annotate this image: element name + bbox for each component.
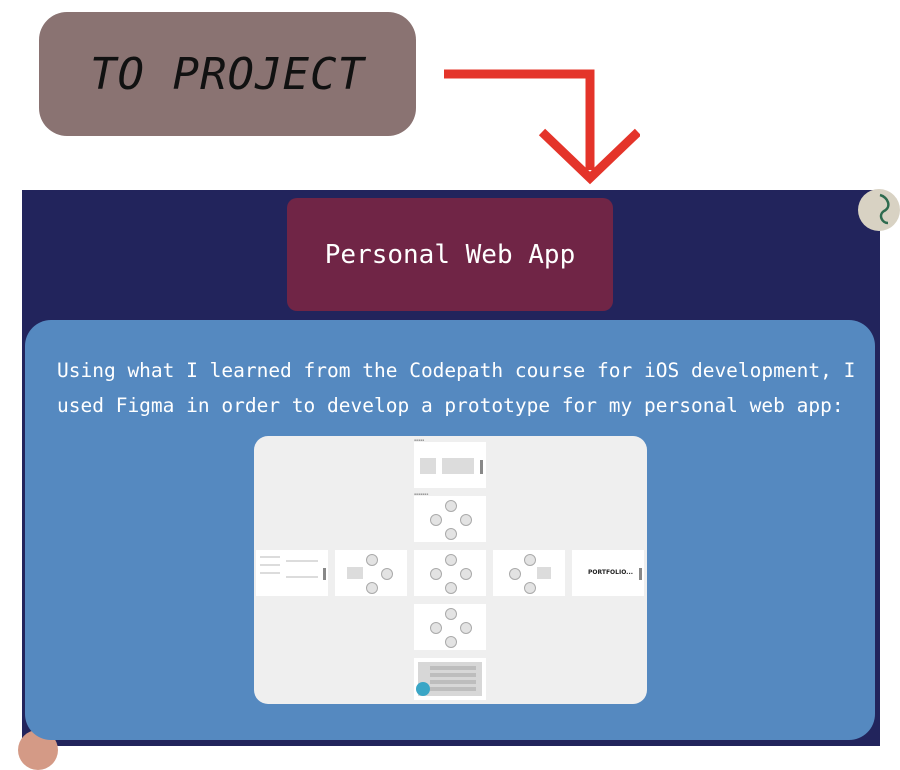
project-title: Personal Web App [324, 239, 576, 270]
project-description: Using what I learned from the Codepath c… [57, 359, 856, 417]
prototype-frame [414, 658, 486, 700]
prototype-frame [493, 550, 565, 596]
prototype-frame [414, 496, 486, 542]
figma-prototype-image: ▪▪▪▪▪ ▪▪▪▪▪▪▪ PORTFOLIO... [254, 436, 647, 704]
prototype-frame [414, 550, 486, 596]
to-project-button[interactable]: TO PROJECT [39, 12, 416, 136]
prototype-frame [256, 550, 328, 596]
prototype-frame [414, 442, 486, 488]
avatar[interactable] [858, 189, 900, 231]
arrow-down-right-icon [444, 69, 640, 185]
prototype-frame [335, 550, 407, 596]
project-title-card: Personal Web App [287, 198, 613, 311]
prototype-frame: PORTFOLIO... [572, 550, 644, 596]
to-project-label: TO PROJECT [90, 48, 365, 100]
prototype-frame [414, 604, 486, 650]
portfolio-label: PORTFOLIO... [588, 569, 634, 576]
